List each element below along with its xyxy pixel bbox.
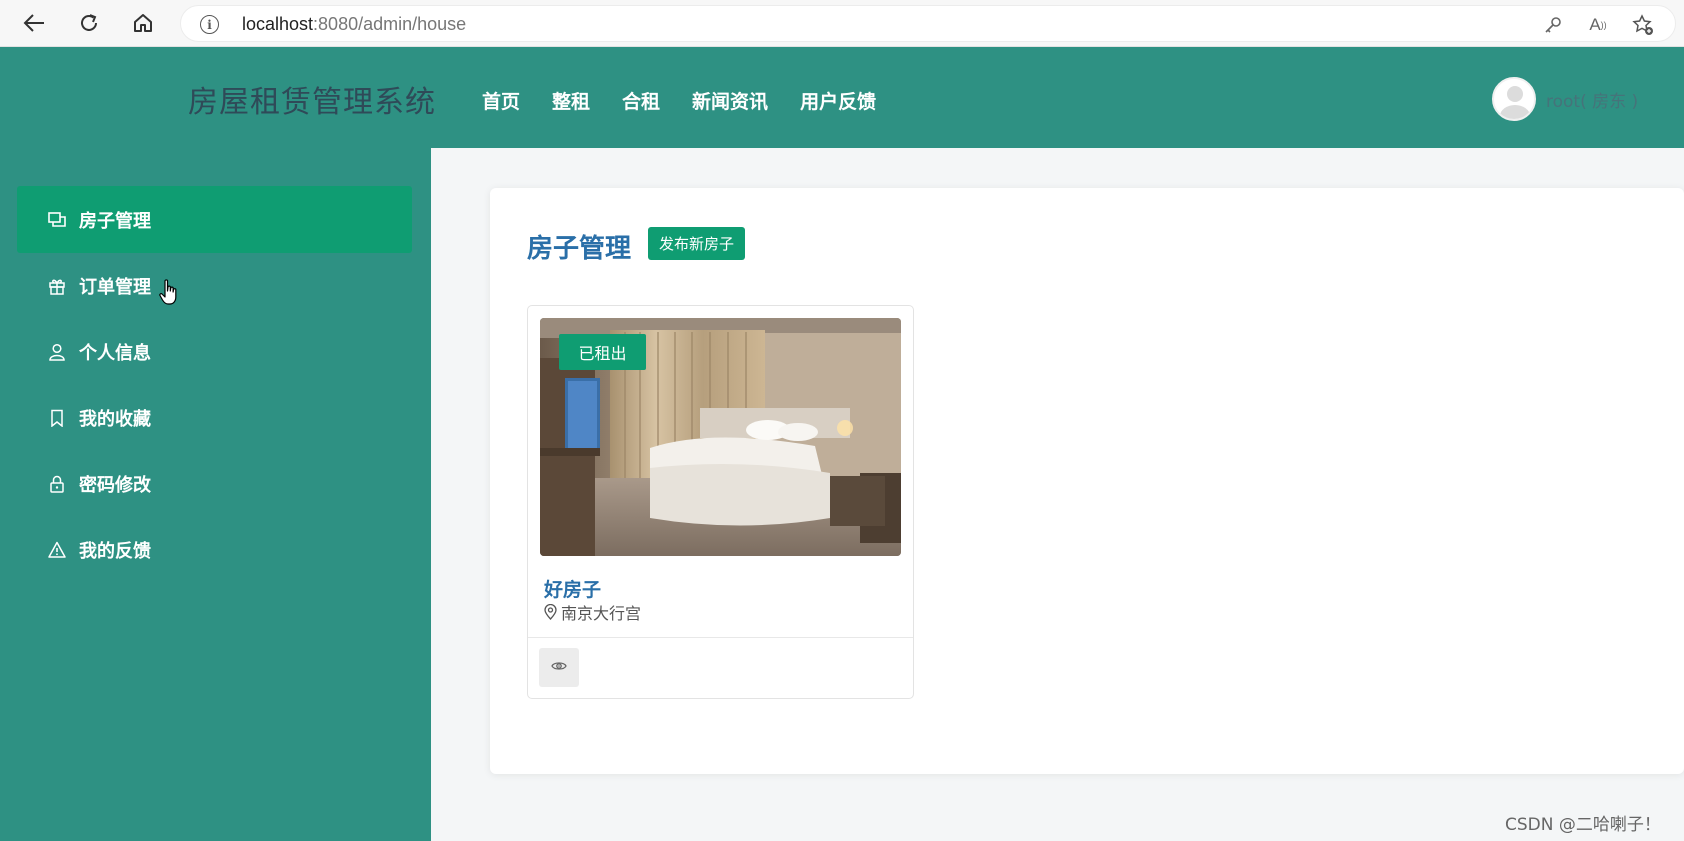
sidebar: 房子管理 订单管理 个人信息 我的收藏 密码修改 我的反馈 — [0, 148, 431, 841]
page-title: 房子管理 — [527, 234, 632, 264]
nav-feedback[interactable]: 用户反馈 — [800, 87, 876, 114]
sidebar-item-house-manage[interactable]: 房子管理 — [17, 186, 412, 253]
warning-icon — [47, 540, 67, 560]
lock-icon — [47, 474, 67, 494]
eye-icon — [551, 660, 567, 675]
sidebar-item-label: 房子管理 — [79, 210, 151, 232]
key-icon[interactable] — [1541, 13, 1565, 37]
house-location-text: 南京大行宫 — [561, 604, 642, 623]
sidebar-item-orders[interactable]: 订单管理 — [17, 252, 412, 319]
bookmark-icon — [47, 408, 67, 428]
sidebar-item-label: 密码修改 — [79, 474, 151, 496]
map-pin-icon — [544, 603, 558, 620]
browser-toolbar: i localhost:8080/admin/house A)) — [0, 0, 1684, 47]
user-name[interactable]: root( 房东 ) — [1546, 87, 1638, 112]
reload-icon[interactable] — [73, 8, 105, 38]
house-name[interactable]: 好房子 — [544, 575, 601, 602]
card-divider — [528, 637, 913, 638]
sidebar-item-favorites[interactable]: 我的收藏 — [17, 384, 412, 451]
read-aloud-icon[interactable]: A)) — [1586, 13, 1610, 37]
view-house-button[interactable] — [539, 648, 579, 687]
nav-shared-rent[interactable]: 合租 — [622, 87, 660, 114]
nav-news[interactable]: 新闻资讯 — [692, 87, 768, 114]
home-icon[interactable] — [127, 8, 159, 38]
nav-whole-rent[interactable]: 整租 — [552, 87, 590, 114]
back-arrow-icon[interactable] — [18, 8, 50, 38]
site-brand[interactable]: 房屋租赁管理系统 — [188, 77, 436, 121]
house-manage-icon — [47, 210, 67, 230]
user-menu[interactable]: root( 房东 ) — [1492, 77, 1638, 121]
watermark: CSDN @二哈喇子！ — [1505, 815, 1661, 835]
nav-home[interactable]: 首页 — [482, 87, 520, 114]
sidebar-item-label: 个人信息 — [79, 342, 151, 364]
sidebar-item-label: 我的收藏 — [79, 408, 151, 430]
user-icon — [47, 342, 67, 362]
sidebar-item-label: 我的反馈 — [79, 540, 151, 562]
sidebar-item-label: 订单管理 — [79, 276, 151, 298]
sidebar-item-my-feedback[interactable]: 我的反馈 — [17, 516, 412, 583]
publish-house-button[interactable]: 发布新房子 — [648, 227, 746, 260]
hand-cursor-icon — [159, 279, 181, 307]
status-badge: 已租出 — [559, 334, 646, 370]
address-bar[interactable]: i localhost:8080/admin/house A)) — [180, 5, 1676, 42]
info-icon[interactable]: i — [200, 15, 219, 34]
site-header: 房屋租赁管理系统 首页 整租 合租 新闻资讯 用户反馈 root( 房东 ) — [0, 47, 1684, 148]
house-photo[interactable]: 已租出 — [540, 318, 901, 556]
add-favorite-icon[interactable] — [1631, 13, 1655, 37]
top-nav: 首页 整租 合租 新闻资讯 用户反馈 — [482, 87, 908, 114]
sidebar-item-password[interactable]: 密码修改 — [17, 450, 412, 517]
house-location: 南京大行宫 — [544, 600, 641, 624]
url-text[interactable]: localhost:8080/admin/house — [242, 14, 466, 35]
avatar[interactable] — [1492, 77, 1536, 121]
gift-icon — [47, 276, 67, 296]
sidebar-item-profile[interactable]: 个人信息 — [17, 318, 412, 385]
house-card[interactable]: 已租出 好房子 南京大行宫 — [527, 305, 914, 699]
